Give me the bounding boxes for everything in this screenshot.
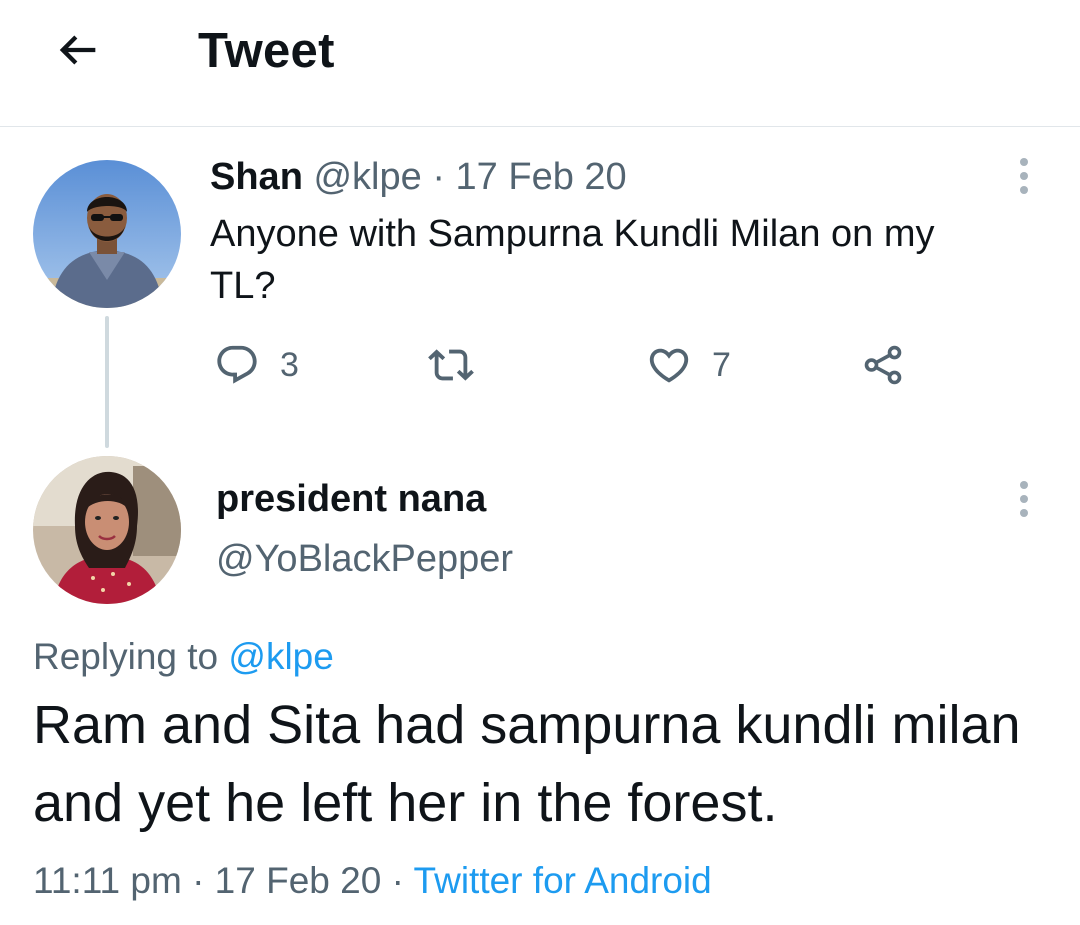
more-dot [1020, 172, 1028, 180]
reply-button[interactable]: 3 [214, 342, 299, 388]
more-dot [1020, 158, 1028, 166]
reply-count: 3 [280, 345, 299, 384]
avatar-shan[interactable] [33, 160, 181, 308]
replying-to-line: Replying to @klpe [33, 632, 334, 682]
replying-to-label: Replying to [33, 636, 229, 677]
avatar-president-nana[interactable] [33, 456, 181, 604]
tweet-full-date: 17 Feb 20 [214, 860, 382, 901]
reply-more-options-button[interactable] [1010, 475, 1038, 523]
more-dot [1020, 495, 1028, 503]
tweet-source-link[interactable]: Twitter for Android [414, 860, 712, 901]
share-icon [864, 345, 902, 385]
separator-dot: · [391, 860, 404, 901]
reply-icon [217, 345, 257, 384]
reply-author-name[interactable]: president nana [216, 474, 486, 524]
more-dot [1020, 481, 1028, 489]
like-button[interactable]: 7 [646, 342, 731, 388]
more-dot [1020, 509, 1028, 517]
parent-tweet-header: Shan @klpe · 17 Feb 20 [210, 152, 627, 202]
heart-icon [649, 348, 689, 383]
header-divider [0, 126, 1080, 127]
tweet-date[interactable]: 17 Feb 20 [456, 156, 627, 198]
reply-tweet-text: Ram and Sita had sampurna kundli milan a… [33, 695, 1021, 833]
separator-dot: · [192, 860, 205, 901]
tweet-metadata: 11:11 pm · 17 Feb 20 · Twitter for Andro… [33, 856, 712, 906]
arrow-left-icon [59, 35, 96, 65]
replying-to-handle-link[interactable]: @klpe [228, 636, 333, 677]
parent-tweet-text: Anyone with Sampurna Kundli Milan on my … [210, 213, 935, 307]
retweet-button[interactable] [428, 342, 494, 388]
author-name[interactable]: Shan [210, 156, 303, 198]
reply-author-handle[interactable]: @YoBlackPepper [216, 534, 513, 584]
share-button[interactable] [860, 342, 906, 388]
tweet-time: 11:11 pm [33, 860, 182, 901]
author-handle[interactable]: @klpe [313, 156, 421, 198]
retweet-icon [428, 349, 474, 381]
thread-connector-line [105, 316, 109, 448]
page-title: Tweet [198, 24, 335, 78]
like-count: 7 [712, 345, 731, 384]
more-dot [1020, 186, 1028, 194]
back-button[interactable] [48, 22, 108, 78]
more-options-button[interactable] [1010, 152, 1038, 200]
separator-dot: · [432, 156, 445, 198]
